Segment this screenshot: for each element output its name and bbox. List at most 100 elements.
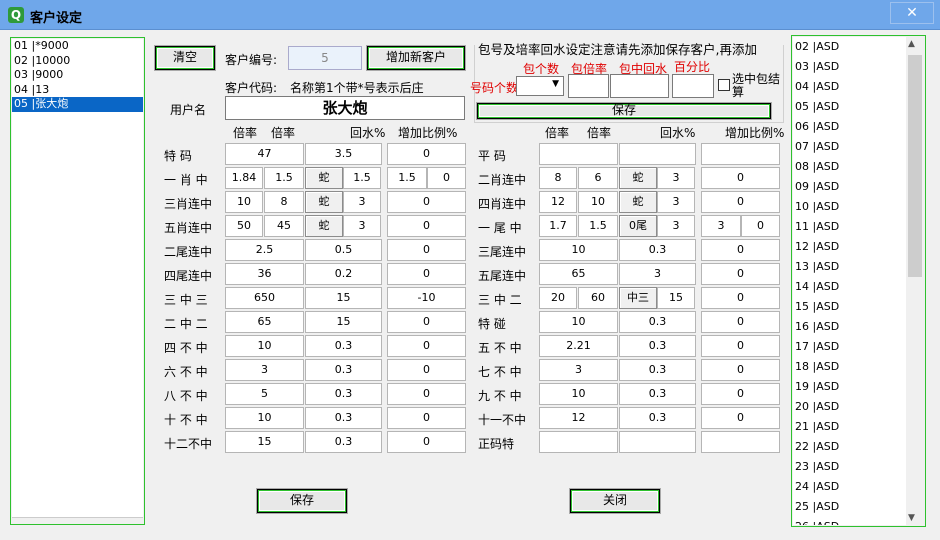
rebate-cell[interactable]: 0.3 (619, 359, 696, 381)
rate-cell[interactable]: 2.21 (539, 335, 618, 357)
zodiac-button[interactable]: 蛇 (619, 191, 657, 213)
rate-cell[interactable]: 10 (539, 383, 618, 405)
asd-list-item[interactable]: 08 |ASD (793, 157, 906, 177)
rate1-cell[interactable]: 10 (225, 191, 263, 213)
rate-cell[interactable]: 5 (225, 383, 304, 405)
rate2-cell[interactable]: 10 (578, 191, 618, 213)
asd-list-item[interactable]: 17 |ASD (793, 337, 906, 357)
asd-list-item[interactable]: 05 |ASD (793, 97, 906, 117)
increase-cell[interactable]: 0 (741, 215, 780, 237)
asd-list[interactable]: 02 |ASD 03 |ASD 04 |ASD 05 |ASD 06 |ASD 07 |A… (793, 37, 906, 525)
customer-list-item[interactable]: 02 |10000 (12, 54, 143, 69)
increase-cell[interactable]: 0 (701, 407, 780, 429)
rate-cell[interactable]: 15 (225, 431, 304, 453)
scrollbar[interactable]: ▲ ▼ (906, 37, 924, 525)
asd-list-item[interactable]: 12 |ASD (793, 237, 906, 257)
asd-list-item[interactable]: 25 |ASD (793, 497, 906, 517)
asd-list-item[interactable]: 19 |ASD (793, 377, 906, 397)
asd-list-item[interactable]: 04 |ASD (793, 77, 906, 97)
asd-list-item[interactable]: 21 |ASD (793, 417, 906, 437)
asd-list-item[interactable]: 10 |ASD (793, 197, 906, 217)
rebate-cell[interactable]: 0.3 (619, 407, 696, 429)
scroll-down-icon[interactable]: ▼ (908, 513, 915, 523)
increase-cell[interactable]: 0 (387, 431, 466, 453)
increase-cell[interactable]: 0 (387, 239, 466, 261)
customer-list-item[interactable]: 01 |*9000 (12, 39, 143, 54)
rate-cell[interactable]: 10 (539, 311, 618, 333)
rebate-cell[interactable]: 15 (305, 311, 382, 333)
asd-list-item[interactable]: 18 |ASD (793, 357, 906, 377)
rate-cell[interactable]: 36 (225, 263, 304, 285)
increase-cell[interactable]: 0 (701, 383, 780, 405)
rebate-cell[interactable]: 3.5 (305, 143, 382, 165)
rebate-cell[interactable]: 0.5 (305, 239, 382, 261)
customer-list-item[interactable]: 04 |13 (12, 83, 143, 98)
zodiac-button[interactable]: 蛇 (305, 167, 343, 189)
rate-cell[interactable]: 10 (539, 239, 618, 261)
asd-list-item[interactable]: 16 |ASD (793, 317, 906, 337)
pkg-save-button[interactable]: 保存 (476, 102, 772, 120)
increase-cell[interactable]: 0 (387, 263, 466, 285)
increase-cell[interactable]: 0 (387, 335, 466, 357)
rate-cell[interactable]: 2.5 (225, 239, 304, 261)
number-count-select[interactable]: ▼ (516, 76, 564, 96)
asd-list-item[interactable]: 07 |ASD (793, 137, 906, 157)
increase-cell[interactable]: 0 (701, 287, 780, 309)
zodiac-button[interactable]: 蛇 (305, 191, 343, 213)
close-icon[interactable]: ✕ (890, 2, 934, 24)
increase-cell[interactable]: 0 (701, 359, 780, 381)
increase-cell[interactable]: 0 (387, 143, 466, 165)
rate2-cell[interactable]: 6 (578, 167, 618, 189)
asd-list-item[interactable]: 15 |ASD (793, 297, 906, 317)
asd-list-item[interactable]: 11 |ASD (793, 217, 906, 237)
increase-cell[interactable]: 0 (701, 191, 780, 213)
increase-cell[interactable]: 0 (387, 383, 466, 405)
rebate-cell[interactable] (619, 143, 696, 165)
rate-cell[interactable]: 10 (225, 407, 304, 429)
rate-cell[interactable]: 47 (225, 143, 304, 165)
rate1-cell[interactable]: 20 (539, 287, 577, 309)
close-button[interactable]: 关闭 (569, 488, 661, 514)
rate-cell[interactable] (539, 431, 618, 453)
rate1-cell[interactable]: 1.84 (225, 167, 263, 189)
asd-list-item[interactable]: 09 |ASD (793, 177, 906, 197)
rate2-cell[interactable]: 45 (264, 215, 304, 237)
increase-cell[interactable]: 0 (387, 191, 466, 213)
asd-list-item[interactable]: 06 |ASD (793, 117, 906, 137)
rate1-cell[interactable]: 1.7 (539, 215, 577, 237)
customer-number-field[interactable]: 5 (288, 46, 362, 70)
asd-list-item[interactable]: 22 |ASD (793, 437, 906, 457)
rate-cell[interactable]: 10 (225, 335, 304, 357)
increase-cell[interactable]: 0 (701, 239, 780, 261)
rate2-cell[interactable]: 8 (264, 191, 304, 213)
rebate-cell[interactable]: 1.5 (343, 167, 381, 189)
rebate-cell[interactable]: 3 (619, 263, 696, 285)
rate-cell[interactable]: 65 (225, 311, 304, 333)
rebate-cell[interactable]: 0.3 (305, 407, 382, 429)
increase-cell[interactable]: 0 (701, 263, 780, 285)
asd-list-item[interactable]: 20 |ASD (793, 397, 906, 417)
customer-list-item[interactable]: 05 |张大炮 (12, 97, 143, 112)
zodiac-button[interactable]: 0尾 (619, 215, 657, 237)
pkg-percent-field[interactable] (672, 74, 714, 98)
rate2-cell[interactable]: 60 (578, 287, 618, 309)
rate-cell[interactable]: 12 (539, 407, 618, 429)
rebate-cell[interactable]: 0.3 (619, 311, 696, 333)
increase-cell[interactable]: 0 (701, 335, 780, 357)
rebate-cell[interactable]: 15 (305, 287, 382, 309)
save-button[interactable]: 保存 (256, 488, 348, 514)
rebate-cell[interactable]: 0.3 (305, 431, 382, 453)
asd-list-item[interactable]: 23 |ASD (793, 457, 906, 477)
increase-cell[interactable]: 0 (701, 311, 780, 333)
rate1-cell[interactable]: 12 (539, 191, 577, 213)
rebate-cell[interactable]: 3 (657, 167, 695, 189)
rate-cell[interactable]: 650 (225, 287, 304, 309)
rebate-cell[interactable]: 0.3 (619, 239, 696, 261)
rebate-cell[interactable]: 3 (343, 191, 381, 213)
increase-cell[interactable]: 0 (701, 167, 780, 189)
increase-cell[interactable]: 0 (387, 359, 466, 381)
asd-list-item[interactable]: 03 |ASD (793, 57, 906, 77)
zodiac-button[interactable]: 蛇 (619, 167, 657, 189)
zodiac-button[interactable]: 中三 (619, 287, 657, 309)
add-customer-button[interactable]: 增加新客户 (366, 45, 466, 71)
